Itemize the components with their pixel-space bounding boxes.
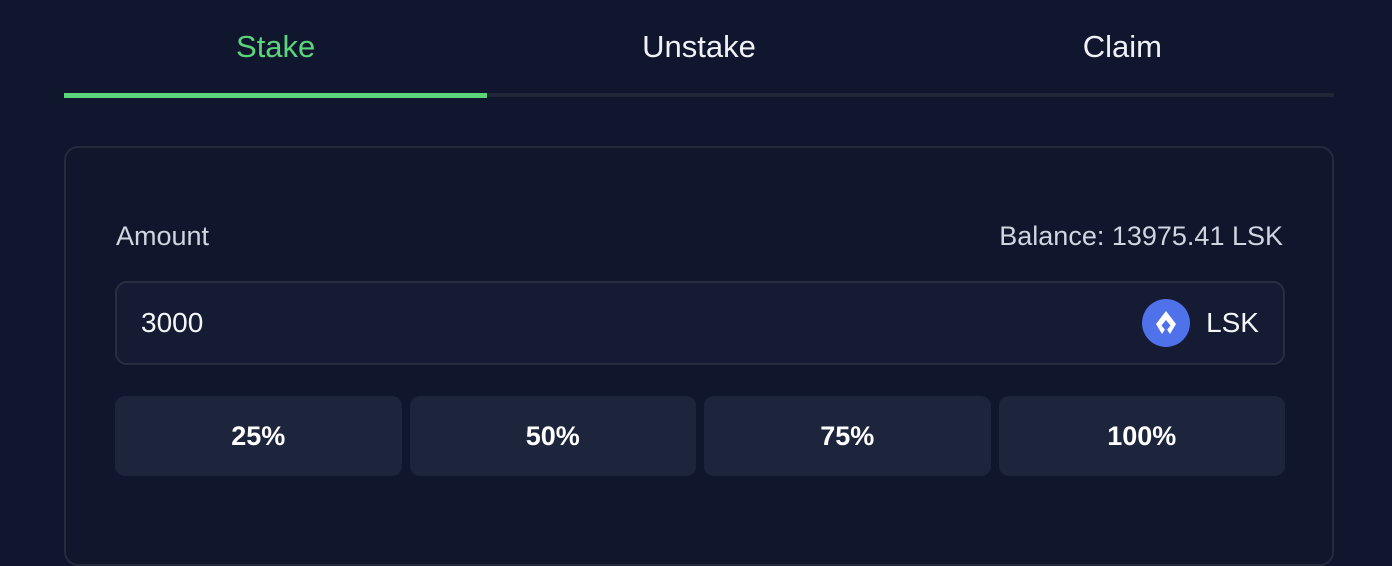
amount-input[interactable]: [141, 283, 1041, 363]
tab-claim[interactable]: Claim: [911, 0, 1334, 98]
tab-stake[interactable]: Stake: [64, 0, 488, 98]
percent-100-button[interactable]: 100%: [998, 396, 1285, 476]
percent-buttons: 25% 50% 75% 100%: [115, 396, 1285, 476]
amount-label: Amount: [116, 221, 210, 251]
tab-bar: Stake Unstake Claim: [64, 0, 1334, 98]
percent-50-button[interactable]: 50%: [409, 396, 696, 476]
balance-text: Balance: 13975.41 LSK: [999, 221, 1283, 251]
stake-panel: Amount Balance: 13975.41 LSK LSK 25% 50%…: [64, 146, 1334, 566]
tab-unstake[interactable]: Unstake: [487, 0, 910, 98]
percent-25-button[interactable]: 25%: [115, 396, 402, 476]
percent-75-button[interactable]: 75%: [704, 396, 991, 476]
amount-field[interactable]: LSK: [115, 281, 1285, 365]
lisk-logo-icon: [1142, 299, 1191, 347]
token-symbol: LSK: [1206, 307, 1259, 338]
token-selector: LSK: [1142, 299, 1259, 347]
